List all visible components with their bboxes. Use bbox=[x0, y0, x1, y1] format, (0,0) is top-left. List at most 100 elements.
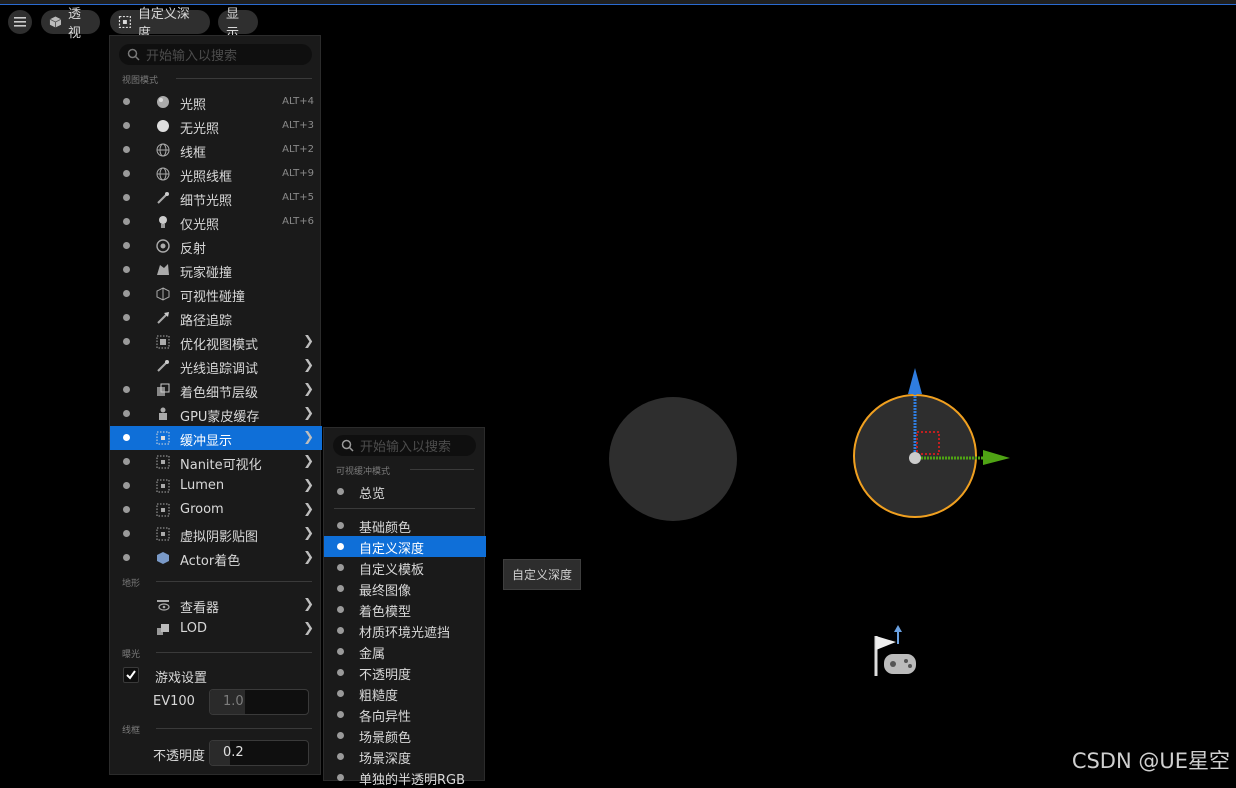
menu-item-ray-trace-debug[interactable]: 光线追踪调试 ❯ bbox=[110, 354, 322, 378]
tooltip: 自定义深度 bbox=[503, 559, 581, 590]
menu-item-actor-color[interactable]: Actor着色 ❯ bbox=[110, 546, 322, 570]
chevron-right-icon: ❯ bbox=[303, 406, 314, 421]
watermark: CSDN @UE星空 bbox=[1071, 749, 1230, 773]
opacity-input[interactable]: 0.2 bbox=[209, 740, 309, 766]
radio-dot bbox=[123, 458, 130, 465]
tooltip-text: 自定义深度 bbox=[511, 568, 572, 582]
menu-item-detail-lighting[interactable]: 细节光照 ALT+5 bbox=[110, 186, 322, 210]
view-mode-button[interactable]: 自定义深度 bbox=[110, 7, 210, 41]
chevron-right-icon: ❯ bbox=[303, 621, 314, 636]
submenu-item[interactable]: 材质环境光遮挡 bbox=[324, 620, 486, 641]
menu-item-nanite[interactable]: Nanite可视化 ❯ bbox=[110, 450, 322, 474]
scene-sphere[interactable] bbox=[609, 397, 737, 521]
menu-item-path-tracing[interactable]: 路径追踪 bbox=[110, 306, 322, 330]
lightbulb-icon bbox=[159, 216, 167, 228]
radio-dot bbox=[337, 564, 344, 571]
radio-dot bbox=[337, 711, 344, 718]
player-start-icon[interactable] bbox=[870, 624, 920, 680]
submenu-item-overview[interactable]: 总览 bbox=[324, 481, 486, 502]
menu-item-wireframe[interactable]: 线框 ALT+2 bbox=[110, 138, 322, 162]
buffer-icon bbox=[156, 431, 170, 445]
menu-item-label: 反射 bbox=[180, 242, 207, 257]
section-wireframe-label: 线框 bbox=[122, 726, 141, 736]
chevron-right-icon: ❯ bbox=[303, 597, 314, 612]
menu-item-label: GPU蒙皮缓存 bbox=[180, 410, 260, 425]
radio-dot bbox=[123, 194, 130, 201]
submenu-item[interactable]: 场景颜色 bbox=[324, 725, 486, 746]
submenu-search-box[interactable]: 开始输入以搜索 bbox=[333, 435, 476, 456]
submenu-item[interactable]: 场景深度 bbox=[324, 746, 486, 767]
ev100-input[interactable]: 1.0 bbox=[209, 689, 309, 715]
opacity-value: 0.2 bbox=[223, 745, 244, 760]
menu-item-lumen[interactable]: Lumen ❯ bbox=[110, 474, 322, 498]
menu-item-buffer[interactable]: 缓冲显示 ❯ bbox=[110, 426, 322, 450]
transform-gizmo[interactable] bbox=[850, 364, 1020, 474]
menu-item-sphere-unlit[interactable]: 无光照 ALT+3 bbox=[110, 114, 322, 138]
menu-item-shading-lod[interactable]: 着色细节层级 ❯ bbox=[110, 378, 322, 402]
menu-item-gpu-skin[interactable]: GPU蒙皮缓存 ❯ bbox=[110, 402, 322, 426]
submenu-item[interactable]: 各向异性 bbox=[324, 704, 486, 725]
game-settings-checkbox[interactable] bbox=[123, 667, 139, 683]
submenu-item[interactable]: 单独的半透明RGB bbox=[324, 767, 486, 788]
menu-item-label: 虚拟阴影贴图 bbox=[180, 530, 259, 545]
section-exposure-label: 曝光 bbox=[122, 650, 141, 660]
actor-color-icon bbox=[157, 552, 169, 564]
menu-item-shortcut: ALT+6 bbox=[282, 216, 314, 227]
gizmo-z-arrow-icon[interactable] bbox=[908, 368, 922, 394]
show-button[interactable]: 显示 bbox=[218, 7, 258, 41]
menu-item-label: 着色细节层级 bbox=[180, 386, 259, 401]
submenu-item-label: 材质环境光遮挡 bbox=[359, 626, 451, 641]
menu-item-visibility-collision[interactable]: 可视性碰撞 bbox=[110, 282, 322, 306]
radio-dot bbox=[337, 606, 344, 613]
submenu-item-label: 自定义模板 bbox=[359, 563, 425, 578]
virtual-shadow-icon bbox=[156, 527, 170, 541]
menu-item-lod[interactable]: LOD ❯ bbox=[110, 617, 322, 641]
player-collision-icon bbox=[157, 264, 169, 275]
submenu-item[interactable]: 着色模型 bbox=[324, 599, 486, 620]
sphere-lit-icon bbox=[157, 96, 169, 108]
menu-item-lightbulb[interactable]: 仅光照 ALT+6 bbox=[110, 210, 322, 234]
section-exposure: 曝光 bbox=[122, 647, 140, 660]
menu-item-sphere-lit[interactable]: 光照 ALT+4 bbox=[110, 90, 322, 114]
menu-item-label: 玩家碰撞 bbox=[180, 266, 233, 281]
submenu-section-label: 可视缓冲模式 bbox=[336, 467, 391, 477]
gizmo-plane-handle[interactable] bbox=[916, 431, 940, 455]
gizmo-center[interactable] bbox=[909, 452, 921, 464]
radio-dot bbox=[123, 290, 130, 297]
chevron-right-icon: ❯ bbox=[303, 454, 314, 469]
lit-wireframe-icon bbox=[156, 167, 170, 181]
menu-item-optimize-grid[interactable]: 优化视图模式 ❯ bbox=[110, 330, 322, 354]
menu-item-label: 光照线框 bbox=[180, 170, 233, 185]
chevron-right-icon: ❯ bbox=[303, 526, 314, 541]
submenu-item-label: 最终图像 bbox=[359, 584, 412, 599]
submenu-item[interactable]: 不透明度 bbox=[324, 662, 486, 683]
gizmo-y-arrow-icon[interactable] bbox=[983, 450, 1010, 465]
hamburger-menu-button[interactable] bbox=[8, 10, 32, 34]
menu-item-player-collision[interactable]: 玩家碰撞 bbox=[110, 258, 322, 282]
opacity-label: 不透明度 bbox=[153, 749, 206, 764]
game-settings-label: 游戏设置 bbox=[155, 671, 208, 686]
viewport-toolbar: 透视 自定义深度 显示 bbox=[0, 7, 1236, 41]
visibility-collision-icon bbox=[156, 287, 170, 301]
submenu-item[interactable]: 自定义模板 bbox=[324, 557, 486, 578]
menu-item-virtual-shadow[interactable]: 虚拟阴影贴图 ❯ bbox=[110, 522, 322, 546]
submenu-item-label: 场景深度 bbox=[359, 752, 412, 767]
submenu-item[interactable]: 自定义深度 bbox=[324, 536, 486, 557]
menu-item-viewer[interactable]: 查看器 ❯ bbox=[110, 593, 322, 617]
path-tracing-icon bbox=[157, 312, 169, 324]
radio-dot bbox=[123, 218, 130, 225]
radio-dot bbox=[337, 669, 344, 676]
submenu-item[interactable]: 基础颜色 bbox=[324, 515, 486, 536]
radio-dot bbox=[337, 488, 344, 495]
menu-item-lit-wireframe[interactable]: 光照线框 ALT+9 bbox=[110, 162, 322, 186]
submenu-item[interactable]: 最终图像 bbox=[324, 578, 486, 599]
perspective-button[interactable]: 透视 bbox=[41, 7, 100, 41]
menu-item-groom[interactable]: Groom ❯ bbox=[110, 498, 322, 522]
menu-item-label: 查看器 bbox=[180, 601, 220, 616]
menu-item-reflection[interactable]: 反射 bbox=[110, 234, 322, 258]
menu-search-box[interactable]: 开始输入以搜索 bbox=[119, 44, 312, 65]
submenu-item[interactable]: 粗糙度 bbox=[324, 683, 486, 704]
radio-dot bbox=[123, 170, 130, 177]
submenu-item[interactable]: 金属 bbox=[324, 641, 486, 662]
nanite-icon bbox=[156, 455, 170, 469]
